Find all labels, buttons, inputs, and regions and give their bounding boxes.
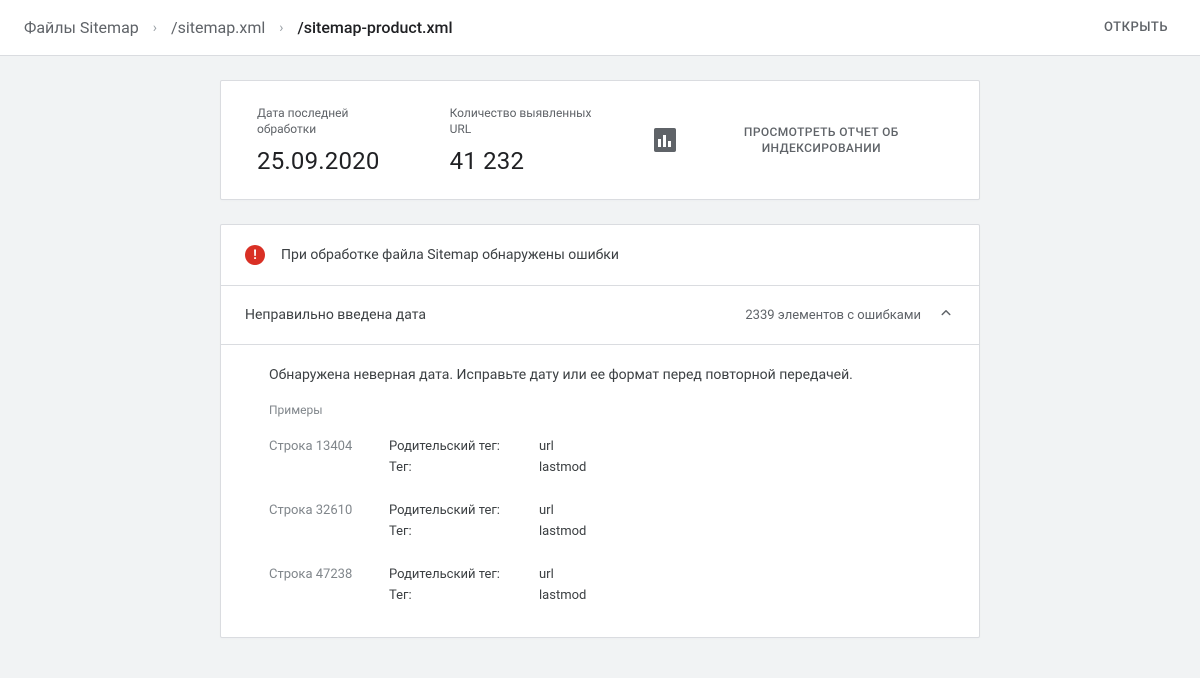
- example-kv: Родительский тег:urlТег:lastmod: [389, 567, 586, 609]
- parent-tag-label: Родительский тег:: [389, 503, 539, 518]
- tag-label: Тег:: [389, 524, 539, 539]
- tag-value: lastmod: [539, 588, 586, 603]
- stat-value: 25.09.2020: [257, 147, 394, 175]
- error-header: ! При обработке файла Sitemap обнаружены…: [221, 225, 979, 286]
- example-row: Строка 13404Родительский тег:urlТег:last…: [269, 439, 931, 481]
- stats-card: Дата последней обработки 25.09.2020 Коли…: [220, 80, 980, 200]
- error-description: Обнаружена неверная дата. Исправьте дату…: [269, 367, 931, 383]
- parent-tag-value: url: [539, 503, 554, 518]
- errors-card: ! При обработке файла Sitemap обнаружены…: [220, 224, 980, 638]
- parent-tag-label: Родительский тег:: [389, 439, 539, 454]
- error-body: Обнаружена неверная дата. Исправьте дату…: [221, 345, 979, 637]
- stat-label: Дата последней обработки: [257, 105, 394, 137]
- accordion-count: 2339 элементов с ошибками: [745, 308, 921, 323]
- breadcrumb-current: /sitemap-product.xml: [297, 18, 452, 37]
- top-bar: Файлы Sitemap › /sitemap.xml › /sitemap-…: [0, 0, 1200, 56]
- example-row: Строка 47238Родительский тег:urlТег:last…: [269, 567, 931, 609]
- report-link-area: ПРОСМОТРЕТЬ ОТЧЕТ ОБ ИНДЕКСИРОВАНИИ: [654, 124, 943, 156]
- tag-label: Тег:: [389, 460, 539, 475]
- stat-value: 41 232: [450, 147, 598, 175]
- stat-label: Количество выявленных URL: [450, 105, 598, 137]
- parent-tag-value: url: [539, 567, 554, 582]
- error-accordion-header[interactable]: Неправильно введена дата 2339 элементов …: [221, 286, 979, 345]
- stat-url-count: Количество выявленных URL 41 232: [450, 105, 598, 175]
- example-line: Строка 13404: [269, 439, 389, 481]
- page-body: Дата последней обработки 25.09.2020 Коли…: [0, 56, 1200, 678]
- example-row: Строка 32610Родительский тег:urlТег:last…: [269, 503, 931, 545]
- bar-chart-icon: [654, 128, 676, 152]
- open-button[interactable]: ОТКРЫТЬ: [1096, 14, 1176, 41]
- example-kv: Родительский тег:urlТег:lastmod: [389, 503, 586, 545]
- view-indexing-report-link[interactable]: ПРОСМОТРЕТЬ ОТЧЕТ ОБ ИНДЕКСИРОВАНИИ: [700, 124, 943, 156]
- tag-value: lastmod: [539, 460, 586, 475]
- example-line: Строка 47238: [269, 567, 389, 609]
- breadcrumb-middle[interactable]: /sitemap.xml: [171, 18, 265, 37]
- parent-tag-value: url: [539, 439, 554, 454]
- chevron-right-icon: ›: [279, 20, 283, 36]
- chevron-right-icon: ›: [153, 20, 157, 36]
- stat-last-processed: Дата последней обработки 25.09.2020: [257, 105, 394, 175]
- tag-value: lastmod: [539, 524, 586, 539]
- example-kv: Родительский тег:urlТег:lastmod: [389, 439, 586, 481]
- examples-label: Примеры: [269, 403, 931, 417]
- chevron-up-icon: [937, 304, 955, 326]
- tag-label: Тег:: [389, 588, 539, 603]
- accordion-label: Неправильно введена дата: [245, 307, 745, 323]
- breadcrumb: Файлы Sitemap › /sitemap.xml › /sitemap-…: [24, 18, 1096, 37]
- parent-tag-label: Родительский тег:: [389, 567, 539, 582]
- error-icon: !: [245, 245, 265, 265]
- example-line: Строка 32610: [269, 503, 389, 545]
- error-title: При обработке файла Sitemap обнаружены о…: [281, 247, 619, 263]
- breadcrumb-root[interactable]: Файлы Sitemap: [24, 18, 139, 37]
